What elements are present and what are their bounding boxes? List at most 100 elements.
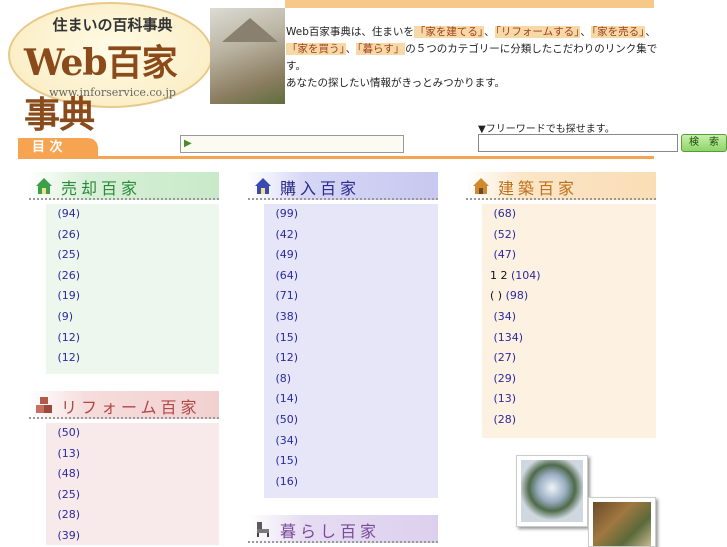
category-link[interactable]: (68) <box>482 204 656 225</box>
category-link[interactable]: (50) <box>46 423 219 444</box>
link-count: (15) <box>275 330 299 344</box>
site-logo[interactable]: 住まいの百科事典 Web百家事典 www.inforservice.co.jp <box>8 2 213 136</box>
category-header[interactable]: リフォーム百家 <box>29 391 219 419</box>
category-link[interactable]: (14) <box>264 389 438 410</box>
category-link[interactable]: (34) <box>264 431 438 452</box>
link-count: (50) <box>57 426 81 439</box>
link-label: ( ) <box>490 289 503 303</box>
category-link[interactable]: (13) <box>46 444 219 465</box>
site-header: 住まいの百科事典 Web百家事典 www.inforservice.co.jp … <box>0 0 727 136</box>
intro-separator: 、 <box>645 26 656 38</box>
category-link[interactable]: (94) <box>46 204 219 225</box>
category-header[interactable]: 建築百家 <box>466 172 656 200</box>
logo-url: www.inforservice.co.jp <box>49 86 176 99</box>
category-link[interactable]: 1 2 (104) <box>482 266 656 287</box>
category-header[interactable]: 購入百家 <box>248 172 438 200</box>
link-count: (29) <box>493 371 517 385</box>
category-link[interactable]: (19) <box>46 286 219 307</box>
link-count: (15) <box>275 454 299 468</box>
house-icon <box>36 178 52 194</box>
category-link[interactable]: (38) <box>264 307 438 328</box>
category-reform: リフォーム百家 (50) (13) (48) (25) (28) (39) <box>29 391 219 545</box>
toc-news-ticker[interactable]: ▶ <box>180 135 404 153</box>
link-count: (25) <box>57 487 81 501</box>
link-count: (26) <box>57 268 81 282</box>
search-input[interactable] <box>478 134 678 152</box>
category-link[interactable]: (12) <box>46 328 219 349</box>
category-link-list: (50) (13) (48) (25) (28) (39) <box>46 423 219 547</box>
keyword-living: 「暮らす」 <box>356 43 406 55</box>
link-count: (34) <box>493 309 517 323</box>
search-label: ▼フリーワードでも探せます。 <box>478 124 615 135</box>
category-link[interactable]: (99) <box>264 204 438 225</box>
category-link[interactable]: (64) <box>264 266 438 287</box>
category-link[interactable]: (28) <box>482 410 656 431</box>
category-link[interactable]: (27) <box>482 348 656 369</box>
link-count: (47) <box>493 248 517 262</box>
house-icon <box>255 178 271 194</box>
category-link[interactable]: (16) <box>264 472 438 493</box>
category-header[interactable]: 暮らし百家 <box>248 515 438 543</box>
category-title: 購入百家 <box>280 179 361 198</box>
house-roof-shape <box>222 18 278 42</box>
category-link[interactable]: (34) <box>482 307 656 328</box>
category-link[interactable]: (12) <box>264 348 438 369</box>
link-count: (52) <box>493 227 517 241</box>
category-link[interactable]: (15) <box>264 328 438 349</box>
category-link-list: (68) (52) (47) 1 2 (104) ( ) (98) (34) (… <box>482 204 656 431</box>
category-link[interactable]: (26) <box>46 266 219 287</box>
category-link[interactable]: (25) <box>46 485 219 506</box>
link-count: (12) <box>57 351 81 365</box>
link-label: 1 2 <box>490 268 508 282</box>
category-header[interactable]: 売却百家 <box>29 172 219 200</box>
link-count: (13) <box>493 392 517 406</box>
header-accent-bar <box>285 0 654 8</box>
category-link[interactable]: (50) <box>264 410 438 431</box>
category-link[interactable]: (48) <box>46 464 219 485</box>
category-link[interactable]: (29) <box>482 369 656 390</box>
category-link[interactable]: (52) <box>482 225 656 246</box>
category-link[interactable]: (71) <box>264 286 438 307</box>
link-count: (48) <box>57 467 81 481</box>
link-count: (25) <box>57 248 81 262</box>
link-count: (13) <box>57 446 81 460</box>
logo-tagline: 住まいの百科事典 <box>52 16 173 34</box>
category-body: (50) (13) (48) (25) (28) (39) <box>46 423 219 545</box>
category-link-list: (94) (26) (25) (26) (19) (9) (12) (12) <box>46 204 219 369</box>
search-button[interactable]: 検 索 <box>681 134 727 152</box>
keyword-sell-house: 「家を売る」 <box>590 26 646 38</box>
chair-icon <box>257 522 269 537</box>
link-count: (19) <box>57 289 81 303</box>
category-buy: 購入百家 (99) (42) (49) (64) (71) (38) (15) … <box>248 172 438 498</box>
intro-separator: 、 <box>345 43 357 55</box>
category-link[interactable]: (42) <box>264 225 438 246</box>
category-link[interactable]: (12) <box>46 348 219 369</box>
decor-photo-wreath <box>516 455 588 527</box>
intro-separator: 、 <box>484 26 495 38</box>
category-link[interactable]: (15) <box>264 451 438 472</box>
category-link[interactable]: (47) <box>482 245 656 266</box>
link-count: (39) <box>57 528 81 542</box>
intro-line-3: あなたの探したい情報がきっとみつかります。 <box>286 77 506 89</box>
keyword-reform: 「リフォームする」 <box>494 26 581 38</box>
category-link[interactable]: (25) <box>46 245 219 266</box>
link-count: (8) <box>275 371 292 385</box>
category-title: リフォーム百家 <box>61 398 201 417</box>
category-link[interactable]: (8) <box>264 369 438 390</box>
category-link[interactable]: (26) <box>46 225 219 246</box>
category-link[interactable]: (49) <box>264 245 438 266</box>
intro-separator: 、 <box>580 26 591 38</box>
link-count: (104) <box>511 268 541 282</box>
category-title: 建築百家 <box>498 179 579 198</box>
category-link[interactable]: (39) <box>46 526 219 547</box>
category-link[interactable]: ( ) (98) <box>482 286 656 307</box>
category-link[interactable]: (134) <box>482 328 656 349</box>
category-link-list: (99) (42) (49) (64) (71) (38) (15) (12) … <box>264 204 438 492</box>
category-link[interactable]: (9) <box>46 307 219 328</box>
category-link[interactable]: (28) <box>46 505 219 526</box>
category-link[interactable]: (13) <box>482 389 656 410</box>
category-body: (99) (42) (49) (64) (71) (38) (15) (12) … <box>264 204 438 498</box>
toc-divider <box>18 156 654 159</box>
link-count: (38) <box>275 309 299 323</box>
decor-photo-interior <box>588 497 656 547</box>
